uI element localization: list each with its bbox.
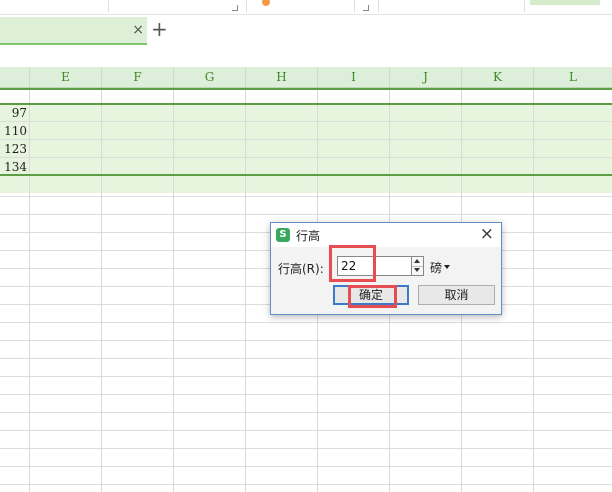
column-header-g[interactable]: G [174, 67, 246, 87]
ribbon-separator [378, 0, 379, 12]
selected-rows-band [0, 103, 612, 193]
grid-row-line [0, 214, 612, 215]
cell-value[interactable]: 134 [0, 158, 27, 176]
group-launcher-icon[interactable] [232, 5, 238, 11]
row-height-label: 行高(R): [278, 262, 324, 276]
selection-top-border [0, 103, 612, 105]
grid-column-line [29, 88, 30, 492]
grid-column-line [245, 88, 246, 492]
grid-row-line [0, 466, 612, 467]
grid-row-line [0, 139, 612, 140]
grid-row-line [0, 448, 612, 449]
grid-row-line [0, 412, 612, 413]
cell-value[interactable]: 110 [0, 122, 27, 140]
grid-column-line [101, 88, 102, 492]
grid-row-line [0, 358, 612, 359]
grid-row-line [0, 394, 612, 395]
column-header-row: E F G H I J K L [0, 67, 612, 88]
document-tab[interactable]: × [0, 17, 147, 45]
column-header-l[interactable]: L [534, 67, 612, 87]
grid-row-line [0, 157, 612, 158]
grid-column-line [173, 88, 174, 492]
wps-logo-icon: S [276, 228, 290, 242]
grid-row-line [0, 430, 612, 431]
grid-row-line [0, 322, 612, 323]
close-icon[interactable]: × [480, 224, 494, 244]
dialog-title: 行高 [296, 229, 321, 243]
grid-row-line [0, 484, 612, 485]
cell-value[interactable]: 123 [0, 140, 27, 158]
grid-row-line [0, 376, 612, 377]
stepper-down-button[interactable] [412, 266, 423, 275]
ribbon-separator [246, 0, 247, 12]
tab-close-icon[interactable]: × [132, 21, 144, 39]
ribbon-strip [0, 0, 612, 15]
unit-dropdown[interactable]: 磅 [430, 259, 442, 276]
chevron-down-icon[interactable] [444, 265, 450, 269]
cancel-button[interactable]: 取消 [418, 285, 495, 305]
triangle-down-icon [414, 268, 420, 272]
row-header-corner[interactable] [0, 67, 30, 87]
column-header-f[interactable]: F [102, 67, 174, 87]
grid-row-line [0, 121, 612, 122]
ribbon-separator [108, 0, 109, 12]
column-header-e[interactable]: E [30, 67, 102, 87]
column-header-k[interactable]: K [462, 67, 534, 87]
column-header-j[interactable]: J [390, 67, 462, 87]
new-tab-plus-icon[interactable]: + [151, 18, 168, 40]
ribbon-separator [524, 0, 525, 12]
ribbon-highlight [530, 0, 600, 5]
triangle-up-icon [414, 259, 420, 263]
grid-row-line [0, 196, 612, 197]
document-tab-bar: × + [0, 15, 612, 45]
column-header-i[interactable]: I [318, 67, 390, 87]
selection-bottom-border [0, 174, 612, 176]
dialog-titlebar[interactable]: S 行高 × [271, 223, 501, 247]
input-highlight-box [329, 245, 376, 282]
ribbon-separator [354, 0, 355, 12]
ribbon-color-icon[interactable] [262, 0, 270, 6]
column-header-h[interactable]: H [246, 67, 318, 87]
row-height-stepper[interactable] [411, 256, 424, 276]
grid-row-line [0, 340, 612, 341]
ok-button-highlight-box [348, 285, 397, 308]
cell-value[interactable]: 97 [0, 104, 27, 122]
row-boundary-marker [0, 88, 612, 90]
grid-column-line [533, 88, 534, 492]
group-launcher-icon[interactable] [363, 5, 369, 11]
